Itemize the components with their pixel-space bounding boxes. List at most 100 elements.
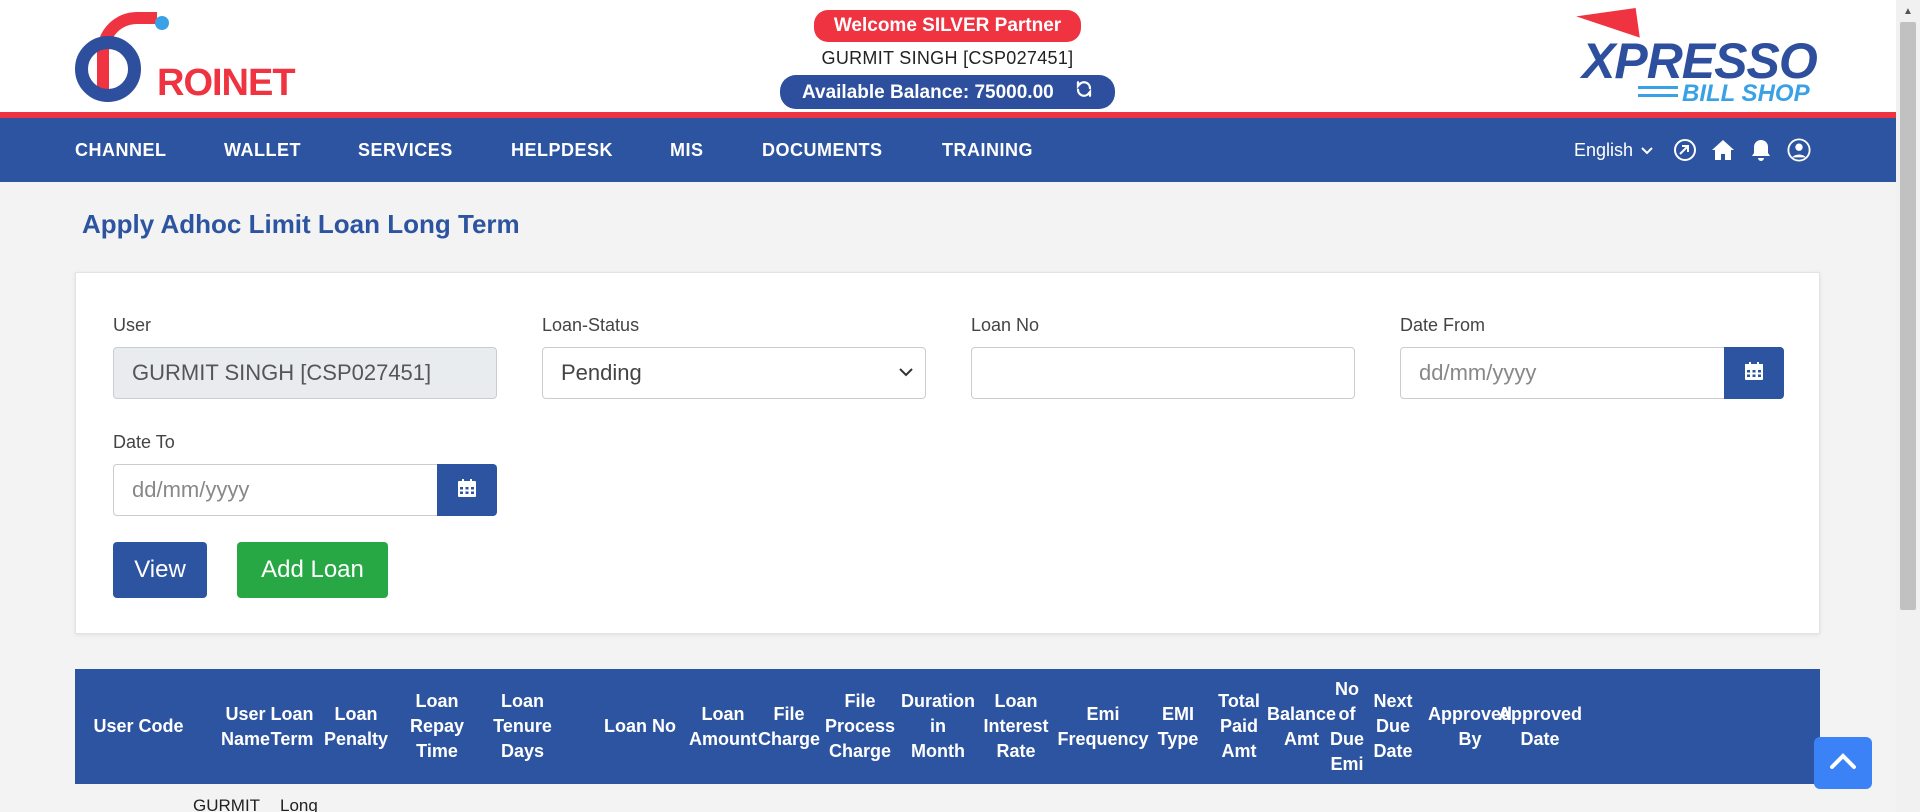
scroll-up-arrow-icon[interactable]: ▲ [1896, 0, 1920, 22]
add-loan-button[interactable]: Add Loan [237, 542, 388, 598]
column-header-line: Loan [501, 691, 544, 711]
column-header: Next Due Date [1363, 669, 1423, 784]
column-header-line: Approved [1497, 703, 1582, 724]
nav-channel[interactable]: CHANNEL [75, 118, 167, 182]
column-header-line: Term [270, 728, 314, 749]
cell-user-name: GURMIT [193, 796, 261, 812]
nav-training[interactable]: TRAINING [942, 118, 1033, 182]
date-to-calendar-button[interactable] [437, 464, 497, 516]
column-header-line: Paid [1219, 716, 1258, 736]
column-header: User Code [75, 669, 202, 784]
date-from-input[interactable]: dd/mm/yyyy [1400, 347, 1725, 399]
column-header-line: Date [1373, 741, 1413, 761]
partner-info: Welcome SILVER Partner GURMIT SINGH [CSP… [760, 10, 1135, 109]
column-header-line: Frequency [1057, 728, 1149, 749]
logo-dot [155, 16, 169, 30]
scroll-to-top-button[interactable] [1814, 737, 1872, 789]
column-header-line: Amt [1221, 741, 1257, 761]
column-header-line: EMI [1161, 703, 1194, 724]
column-header-line: Next [1373, 691, 1413, 711]
column-header-line: User Code [93, 716, 184, 736]
column-header: Loan Repay Time [387, 669, 487, 784]
loan-status-value: Pending [561, 360, 642, 385]
logo-text-main: ROINET [157, 62, 296, 104]
column-header-line: Repay [409, 716, 465, 736]
column-header-line: Type [1157, 728, 1199, 749]
nav-helpdesk[interactable]: HELPDESK [511, 118, 613, 182]
balance-badge: Available Balance: 75000.00 [779, 75, 1115, 109]
loan-no-input[interactable] [971, 347, 1355, 399]
user-identity: GURMIT SINGH [CSP027451] [821, 48, 1074, 68]
loan-status-select[interactable]: Pending [542, 347, 926, 399]
page-scrollbar[interactable]: ▲ [1896, 0, 1920, 812]
date-from-calendar-button[interactable] [1724, 347, 1784, 399]
nav-right-tools: English [1574, 118, 1811, 182]
column-header: Loan Tenure Days [475, 669, 570, 784]
top-header: ROINET Welcome SILVER Partner GURMIT SIN… [0, 0, 1896, 112]
xpresso-logo[interactable]: XPRESSO BILL SHOP [1576, 7, 1823, 107]
column-header-line: in [930, 716, 946, 736]
loan-no-label: Loan No [971, 315, 1040, 335]
column-header-line: Emi [1330, 753, 1364, 774]
speed-line [1638, 94, 1678, 97]
column-header-line: Tenure [493, 716, 552, 736]
language-label: English [1574, 139, 1634, 160]
view-button[interactable]: View [113, 542, 207, 598]
date-to-input[interactable]: dd/mm/yyyy [113, 464, 438, 516]
nav-documents[interactable]: DOCUMENTS [762, 118, 883, 182]
logo-text: ROINET [157, 62, 296, 105]
column-header: Loan Interest Rate [973, 669, 1059, 784]
user-field: GURMIT SINGH [CSP027451] [113, 347, 497, 399]
column-header-line: Rate [996, 741, 1036, 761]
column-header-line: Days [500, 741, 545, 761]
roinet-logo[interactable]: ROINET [75, 6, 296, 108]
loan-status-label: Loan-Status [542, 315, 640, 335]
date-from-label: Date From [1400, 315, 1486, 335]
loan-table-header: User Code User Name Loan Term Loan Penalty Loan… [75, 669, 1820, 784]
nav-mis[interactable]: MIS [670, 118, 704, 182]
column-header-line: Charge [757, 728, 820, 749]
column-header-line: Loan [994, 691, 1038, 711]
column-header: Duration in Month [890, 669, 986, 784]
calendar-icon [457, 478, 477, 503]
column-header-line: Penalty [323, 728, 389, 749]
column-header-line: Loan [270, 703, 314, 724]
column-header-line: No [1334, 678, 1359, 699]
column-header-line: Duration [901, 691, 975, 711]
nav-wallet[interactable]: WALLET [224, 118, 301, 182]
chevron-down-icon [1641, 142, 1653, 158]
column-header-line: Emi [1086, 703, 1120, 724]
column-header: Emi Frequency [1048, 669, 1158, 784]
column-header-line: Month [911, 741, 965, 761]
dashboard-icon[interactable] [1673, 138, 1697, 162]
user-icon[interactable] [1787, 138, 1811, 162]
column-header-line: of [1338, 703, 1356, 724]
bill-shop-text: BILL SHOP [1682, 80, 1810, 107]
column-header-line: Charge [828, 741, 891, 761]
cell-loan-term: Long [280, 796, 318, 812]
speed-line [1638, 86, 1678, 89]
chevron-up-icon [1829, 752, 1857, 775]
refresh-icon[interactable] [1075, 80, 1093, 104]
column-header-line: Process [824, 716, 896, 736]
scrollbar-thumb[interactable] [1900, 22, 1916, 610]
chevron-down-icon [899, 348, 913, 398]
filter-card: User GURMIT SINGH [CSP027451] Loan-Statu… [75, 272, 1820, 634]
column-header-line: Interest [983, 716, 1049, 736]
language-select[interactable]: English [1574, 140, 1653, 161]
column-header-line: Loan [334, 703, 378, 724]
column-header-line: Date [1520, 728, 1560, 749]
home-icon[interactable] [1711, 138, 1735, 162]
bell-icon[interactable] [1749, 138, 1773, 162]
balance-text: Available Balance: 75000.00 [801, 82, 1054, 103]
page-title: Apply Adhoc Limit Loan Long Term [82, 209, 520, 239]
date-to-label: Date To [113, 432, 175, 452]
nav-services[interactable]: SERVICES [358, 118, 453, 182]
logo-ring [75, 36, 141, 102]
column-header-line: Time [416, 741, 458, 761]
column-header-line: Due [1329, 728, 1364, 749]
column-header-line: Due [1375, 716, 1410, 736]
column-header-line: Loan [415, 691, 459, 711]
column-header-line: Total [1218, 691, 1260, 711]
main-nav: CHANNEL WALLET SERVICES HELPDESK MIS DOC… [0, 118, 1896, 182]
